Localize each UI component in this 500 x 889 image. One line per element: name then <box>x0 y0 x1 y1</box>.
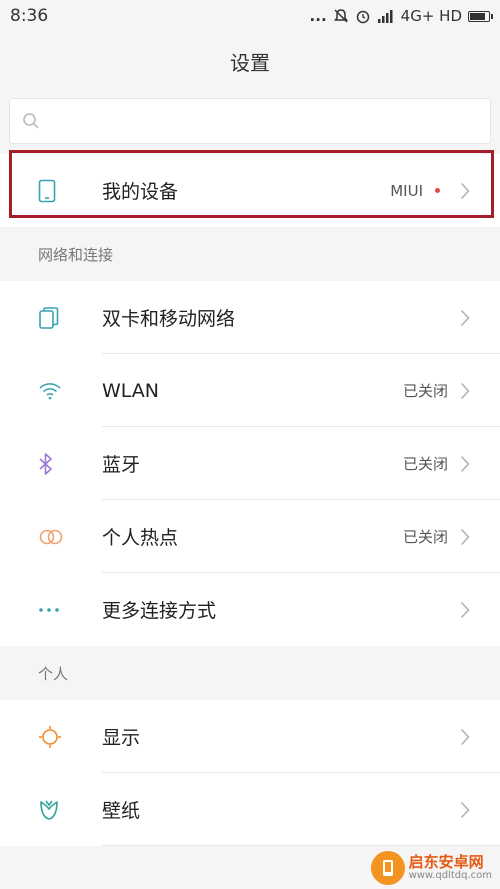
watermark: 启东安卓网 www.qdltdq.com <box>370 851 492 885</box>
display-item[interactable]: 显示 <box>0 700 500 773</box>
update-badge <box>435 188 440 193</box>
chevron-right-icon <box>460 801 500 819</box>
device-card: 我的设备 MIUI <box>0 154 500 227</box>
alarm-icon <box>355 8 371 24</box>
search-input[interactable] <box>9 98 491 144</box>
search-container <box>0 98 500 144</box>
watermark-logo-icon <box>370 851 405 885</box>
network-card: 双卡和移动网络 WLAN 已关闭 蓝牙 已关闭 个人热点 已关闭 更多连接方式 <box>0 281 500 646</box>
chevron-right-icon <box>460 309 500 327</box>
miui-version-label: MIUI <box>390 181 423 200</box>
hotspot-icon <box>0 528 102 546</box>
status-icons: ... 4G+ HD <box>309 7 493 25</box>
chevron-right-icon <box>460 728 500 746</box>
chevron-right-icon <box>460 182 500 200</box>
watermark-title: 启东安卓网 <box>408 852 484 871</box>
wallpaper-item[interactable]: 壁纸 <box>0 773 500 846</box>
wlan-item[interactable]: WLAN 已关闭 <box>0 354 500 427</box>
chevron-right-icon <box>460 455 500 473</box>
watermark-text: 启东安卓网 www.qdltdq.com <box>408 852 492 881</box>
wlan-status: 已关闭 <box>402 382 448 400</box>
chevron-right-icon <box>460 382 500 400</box>
network-type: 4G+ HD <box>400 7 462 25</box>
sim-mobile-network-item[interactable]: 双卡和移动网络 <box>0 281 500 354</box>
battery-icon <box>468 10 493 22</box>
sim-mobile-network-label: 双卡和移动网络 <box>102 308 236 330</box>
bluetooth-status: 已关闭 <box>402 455 448 473</box>
chevron-right-icon <box>460 601 500 619</box>
my-device-label: 我的设备 <box>102 181 179 203</box>
divider <box>102 845 500 846</box>
hotspot-label: 个人热点 <box>102 527 179 549</box>
status-time: 8:36 <box>10 6 49 26</box>
hotspot-item[interactable]: 个人热点 已关闭 <box>0 500 500 573</box>
personal-card: 显示 壁纸 <box>0 700 500 846</box>
wallpaper-label: 壁纸 <box>102 800 141 822</box>
search-icon <box>22 112 40 130</box>
phone-icon <box>0 179 102 203</box>
more-dots-icon <box>0 607 102 613</box>
bluetooth-icon <box>0 452 102 476</box>
signal-icon <box>377 9 395 23</box>
display-label: 显示 <box>102 727 141 749</box>
section-header-personal: 个人 <box>0 646 500 700</box>
hotspot-status: 已关闭 <box>402 528 448 546</box>
section-header-network: 网络和连接 <box>0 227 500 281</box>
wallpaper-flower-icon <box>0 798 102 822</box>
brightness-icon <box>0 725 102 749</box>
mute-icon <box>333 8 349 24</box>
status-bar: 8:36 ... 4G+ HD <box>0 0 500 32</box>
more-connections-label: 更多连接方式 <box>102 600 217 622</box>
wlan-label: WLAN <box>102 379 160 402</box>
bluetooth-item[interactable]: 蓝牙 已关闭 <box>0 427 500 500</box>
page-title: 设置 <box>230 50 270 75</box>
chevron-right-icon <box>460 528 500 546</box>
more-connections-item[interactable]: 更多连接方式 <box>0 573 500 646</box>
sim-card-icon <box>0 306 102 330</box>
bluetooth-label: 蓝牙 <box>102 454 141 476</box>
my-device-item[interactable]: 我的设备 MIUI <box>0 154 500 227</box>
watermark-subtitle: www.qdltdq.com <box>408 869 492 881</box>
wifi-icon <box>0 382 102 400</box>
more-dots-indicator: ... <box>309 7 327 25</box>
